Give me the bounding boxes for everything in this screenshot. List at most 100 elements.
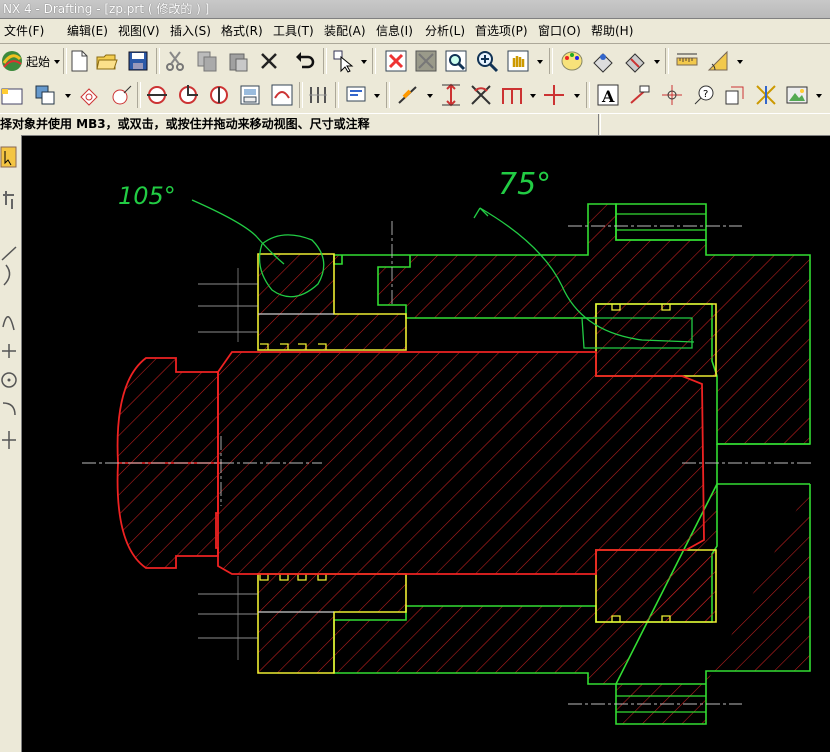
base-view-icon[interactable] <box>33 83 57 107</box>
select-filter-icon[interactable] <box>331 49 355 73</box>
toolbar-separator <box>299 82 303 108</box>
note-icon[interactable]: A <box>596 83 620 107</box>
view-breakout-icon[interactable] <box>238 83 262 107</box>
arc-tool-icon[interactable] <box>3 264 11 286</box>
feature-control-frame-icon[interactable] <box>628 83 652 107</box>
surface-finish-icon[interactable] <box>723 83 747 107</box>
menu-bar: 文件(F) 编辑(E) 视图(V) 插入(S) 格式(R) 工具(T) 装配(A… <box>0 19 830 44</box>
view-dropdown-icon[interactable] <box>537 60 543 64</box>
centerline-dropdown-icon[interactable] <box>574 94 580 98</box>
menu-tools[interactable]: 工具(T) <box>273 19 314 43</box>
menu-help[interactable]: 帮助(H) <box>591 19 633 43</box>
toolbar-separator <box>372 48 376 74</box>
image-icon[interactable] <box>785 83 809 107</box>
toolbar-separator <box>665 48 669 74</box>
undo-icon[interactable] <box>293 49 317 73</box>
paste-icon[interactable] <box>226 49 250 73</box>
nx-logo-icon[interactable] <box>0 49 24 73</box>
dimension-dropdown-icon[interactable] <box>427 94 433 98</box>
analysis-dropdown-icon[interactable] <box>737 60 743 64</box>
svg-text:A: A <box>601 87 615 106</box>
toolbar-separator <box>386 82 390 108</box>
detail-view-icon[interactable] <box>110 83 134 107</box>
menu-view[interactable]: 视图(V) <box>118 19 160 43</box>
save-icon[interactable] <box>126 49 150 73</box>
window-title: NX 4 - Drafting - [zp.prt ( 修改的 ) ] <box>3 2 210 16</box>
status-line <box>600 114 829 135</box>
fit-view-icon[interactable] <box>414 49 438 73</box>
spline-tool-icon[interactable] <box>2 316 15 331</box>
point-tool-icon[interactable] <box>2 344 16 358</box>
drawing-canvas[interactable]: 105° 75° <box>22 136 830 752</box>
show-hide-icon[interactable] <box>623 49 647 73</box>
id-symbol-icon[interactable]: ? <box>692 83 716 107</box>
update-views-icon[interactable] <box>344 83 368 107</box>
display-dropdown-icon[interactable] <box>654 60 660 64</box>
standard-toolbar: 起始 <box>0 44 830 79</box>
datum-feature-icon[interactable] <box>660 83 684 107</box>
half-section-icon[interactable] <box>176 83 200 107</box>
menu-window[interactable]: 窗口(O) <box>538 19 581 43</box>
circle-tool-icon[interactable] <box>1 372 17 388</box>
toolbar-separator <box>335 82 339 108</box>
delete-icon[interactable] <box>257 49 281 73</box>
revolved-section-icon[interactable] <box>207 83 231 107</box>
start-button[interactable]: 起始 <box>26 53 50 70</box>
drafting-toolbar: A ? <box>0 78 830 114</box>
pan-icon[interactable] <box>506 49 530 73</box>
centerline-icon[interactable] <box>542 83 566 107</box>
chain-dropdown-icon[interactable] <box>530 94 536 98</box>
line-tool-icon[interactable] <box>1 246 17 261</box>
toolbar-separator <box>323 48 327 74</box>
select-filter-dropdown-icon[interactable] <box>361 60 367 64</box>
refresh-view-icon[interactable] <box>384 49 408 73</box>
weld-symbol-icon[interactable] <box>754 83 778 107</box>
angular-dimension-icon[interactable] <box>469 83 493 107</box>
svg-text:?: ? <box>703 89 708 100</box>
toolbar-separator <box>586 82 590 108</box>
start-dropdown-icon[interactable] <box>54 60 60 64</box>
menu-file[interactable]: 文件(F) <box>4 19 44 43</box>
annotation-dropdown-icon[interactable] <box>816 94 822 98</box>
title-bar: NX 4 - Drafting - [zp.prt ( 修改的 ) ] <box>0 0 830 19</box>
edit-object-display-icon[interactable] <box>591 49 615 73</box>
bushing-bottom-right <box>595 549 717 623</box>
menu-information[interactable]: 信息(I) <box>376 19 413 43</box>
drawing-svg[interactable]: 105° 75° <box>22 136 830 752</box>
open-folder-icon[interactable] <box>95 49 119 73</box>
menu-format[interactable]: 格式(R) <box>221 19 263 43</box>
section-view-icon[interactable] <box>145 83 169 107</box>
measure-distance-icon[interactable] <box>675 49 699 73</box>
menu-analysis[interactable]: 分析(L) <box>425 19 465 43</box>
copy-icon[interactable] <box>195 49 219 73</box>
vertical-dimension-icon[interactable] <box>439 83 463 107</box>
inferred-dimension-icon[interactable] <box>396 83 420 107</box>
zoom-window-icon[interactable] <box>444 49 468 73</box>
menu-edit[interactable]: 编辑(E) <box>67 19 108 43</box>
measure-angle-icon[interactable] <box>706 49 730 73</box>
menu-insert[interactable]: 插入(S) <box>170 19 211 43</box>
toolbar-separator <box>549 48 553 74</box>
toolbar-separator <box>156 48 160 74</box>
view-type-dropdown-icon[interactable] <box>65 94 71 98</box>
menu-assemblies[interactable]: 装配(A) <box>324 19 366 43</box>
zoom-icon[interactable] <box>475 49 499 73</box>
new-file-icon[interactable] <box>67 49 91 73</box>
angle-annotation-105: 105° <box>118 182 176 210</box>
update-dropdown-icon[interactable] <box>374 94 380 98</box>
cue-line-text: 择对象并使用 MB3，或双击，或按住并拖动来移动视图、尺寸或注释 <box>0 114 599 135</box>
menu-preferences[interactable]: 首选项(P) <box>475 19 528 43</box>
cross-tool-icon[interactable] <box>2 431 16 449</box>
sketch-tools-icon[interactable] <box>3 191 14 209</box>
view-boundary-icon[interactable] <box>270 83 294 107</box>
select-tool-icon[interactable] <box>0 146 17 168</box>
cut-icon[interactable] <box>163 49 187 73</box>
break-line-icon[interactable] <box>306 83 330 107</box>
projected-view-icon[interactable] <box>77 83 101 107</box>
chain-dimension-icon[interactable] <box>500 83 524 107</box>
fillet-tool-icon[interactable] <box>2 402 16 416</box>
left-tool-strip <box>0 135 22 752</box>
cue-line-bar: 择对象并使用 MB3，或双击，或按住并拖动来移动视图、尺寸或注释 <box>0 113 830 136</box>
drawing-sheet-icon[interactable] <box>0 83 24 107</box>
palette-icon[interactable] <box>560 49 584 73</box>
